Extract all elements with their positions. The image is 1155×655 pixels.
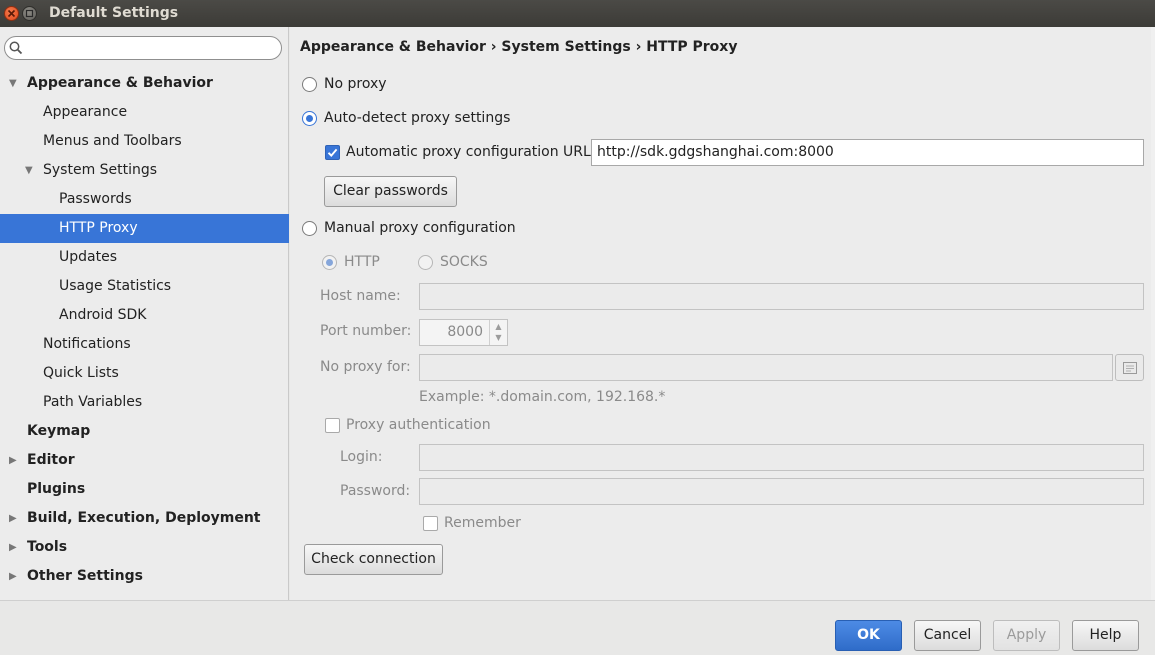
sidebar-item-updates[interactable]: Updates	[0, 243, 289, 272]
sidebar-item-label: Build, Execution, Deployment	[27, 510, 261, 526]
expand-field-button[interactable]	[1115, 354, 1144, 381]
no-proxy-label[interactable]: No proxy	[324, 76, 387, 92]
login-label: Login:	[340, 449, 383, 465]
search-icon	[9, 41, 23, 55]
port-value: 8000	[447, 324, 483, 340]
help-button[interactable]: Help	[1072, 620, 1139, 651]
search-input[interactable]	[4, 36, 282, 60]
password-input[interactable]	[419, 478, 1144, 505]
sidebar-item-label: Notifications	[43, 336, 131, 352]
proxy-authentication-label[interactable]: Proxy authentication	[346, 417, 491, 433]
http-label[interactable]: HTTP	[344, 254, 380, 270]
apply-button[interactable]: Apply	[993, 620, 1060, 651]
sidebar-item-menus-toolbars[interactable]: Menus and Toolbars	[0, 127, 289, 156]
sidebar-item-appearance[interactable]: Appearance	[0, 98, 289, 127]
sidebar-item-label: Plugins	[27, 481, 86, 497]
sidebar-item-label: Menus and Toolbars	[43, 133, 182, 149]
sidebar-item-android-sdk[interactable]: Android SDK	[0, 301, 289, 330]
sidebar-item-label: Tools	[27, 539, 68, 555]
title-bar: Default Settings	[0, 0, 1155, 27]
sidebar-item-label: Appearance	[43, 104, 128, 120]
sidebar-item-system-settings[interactable]: ▼ System Settings	[0, 156, 289, 185]
http-radio[interactable]	[322, 255, 337, 270]
sidebar-item-label: Keymap	[27, 423, 91, 439]
sidebar-item-label: System Settings	[43, 162, 158, 178]
sidebar-item-editor[interactable]: ▶ Editor	[0, 446, 289, 475]
socks-label[interactable]: SOCKS	[440, 254, 488, 270]
expand-text-icon	[1123, 362, 1137, 374]
ok-button[interactable]: OK	[835, 620, 902, 651]
expanded-arrow-icon[interactable]: ▼	[25, 156, 37, 185]
remember-label[interactable]: Remember	[444, 515, 521, 531]
port-number-stepper[interactable]: 8000 ▲ ▼	[419, 319, 508, 346]
sidebar-item-keymap[interactable]: Keymap	[0, 417, 289, 446]
cancel-button[interactable]: Cancel	[914, 620, 981, 651]
check-connection-button[interactable]: Check connection	[304, 544, 443, 575]
sidebar-item-label: Passwords	[59, 191, 132, 207]
auto-proxy-url-checkbox[interactable]	[325, 145, 340, 160]
sidebar-item-path-variables[interactable]: Path Variables	[0, 388, 289, 417]
close-window-button[interactable]	[4, 6, 19, 21]
expanded-arrow-icon[interactable]: ▼	[9, 69, 21, 98]
checkmark-icon	[327, 148, 338, 157]
maximize-window-button[interactable]	[22, 6, 37, 21]
sidebar-item-usage-statistics[interactable]: Usage Statistics	[0, 272, 289, 301]
sidebar-item-build-execution-deployment[interactable]: ▶ Build, Execution, Deployment	[0, 504, 289, 533]
sidebar-item-label: Other Settings	[27, 568, 143, 584]
scrollbar-track[interactable]	[1151, 27, 1155, 600]
sidebar-item-passwords[interactable]: Passwords	[0, 185, 289, 214]
sidebar-item-plugins[interactable]: Plugins	[0, 475, 289, 504]
sidebar-item-label: Usage Statistics	[59, 278, 172, 294]
breadcrumb: Appearance & Behavior › System Settings …	[300, 39, 738, 55]
proxy-authentication-checkbox[interactable]	[325, 418, 340, 433]
no-proxy-for-input[interactable]	[419, 354, 1113, 381]
no-proxy-radio[interactable]	[302, 77, 317, 92]
socks-radio[interactable]	[418, 255, 433, 270]
manual-proxy-radio[interactable]	[302, 221, 317, 236]
http-proxy-panel: Appearance & Behavior › System Settings …	[290, 27, 1155, 600]
sidebar-item-label: Editor	[27, 452, 75, 468]
sidebar-item-notifications[interactable]: Notifications	[0, 330, 289, 359]
sidebar-item-quick-lists[interactable]: Quick Lists	[0, 359, 289, 388]
host-name-label: Host name:	[320, 288, 401, 304]
host-name-input[interactable]	[419, 283, 1144, 310]
auto-detect-label[interactable]: Auto-detect proxy settings	[324, 110, 510, 126]
collapsed-arrow-icon[interactable]: ▶	[9, 446, 21, 475]
maximize-icon	[25, 9, 34, 18]
no-proxy-for-label: No proxy for:	[320, 359, 411, 375]
sidebar-item-label: HTTP Proxy	[59, 220, 138, 236]
sidebar-item-label: Path Variables	[43, 394, 143, 410]
close-icon	[7, 9, 16, 18]
sidebar-item-http-proxy[interactable]: HTTP Proxy	[0, 214, 289, 243]
password-label: Password:	[340, 483, 411, 499]
dialog-footer: OK Cancel Apply Help	[0, 600, 1155, 655]
spinner-arrows-icon[interactable]: ▲ ▼	[489, 320, 507, 345]
auto-detect-radio[interactable]	[302, 111, 317, 126]
auto-proxy-url-input[interactable]: http://sdk.gdgshanghai.com:8000	[591, 139, 1144, 166]
sidebar-item-appearance-behavior[interactable]: ▼ Appearance & Behavior	[0, 69, 289, 98]
sidebar-item-other-settings[interactable]: ▶ Other Settings	[0, 562, 289, 591]
login-input[interactable]	[419, 444, 1144, 471]
auto-proxy-url-label[interactable]: Automatic proxy configuration URL:	[346, 144, 596, 160]
sidebar-item-label: Appearance & Behavior	[27, 75, 213, 91]
sidebar-item-label: Quick Lists	[43, 365, 119, 381]
manual-proxy-label[interactable]: Manual proxy configuration	[324, 220, 516, 236]
port-number-label: Port number:	[320, 323, 412, 339]
example-hint: Example: *.domain.com, 192.168.*	[419, 389, 666, 405]
collapsed-arrow-icon[interactable]: ▶	[9, 533, 21, 562]
settings-sidebar: ▼ Appearance & Behavior Appearance Menus…	[0, 27, 289, 600]
sidebar-item-tools[interactable]: ▶ Tools	[0, 533, 289, 562]
clear-passwords-button[interactable]: Clear passwords	[324, 176, 457, 207]
sidebar-item-label: Updates	[59, 249, 117, 265]
collapsed-arrow-icon[interactable]: ▶	[9, 504, 21, 533]
collapsed-arrow-icon[interactable]: ▶	[9, 562, 21, 591]
window-title: Default Settings	[49, 5, 179, 21]
remember-checkbox[interactable]	[423, 516, 438, 531]
sidebar-item-label: Android SDK	[59, 307, 147, 323]
